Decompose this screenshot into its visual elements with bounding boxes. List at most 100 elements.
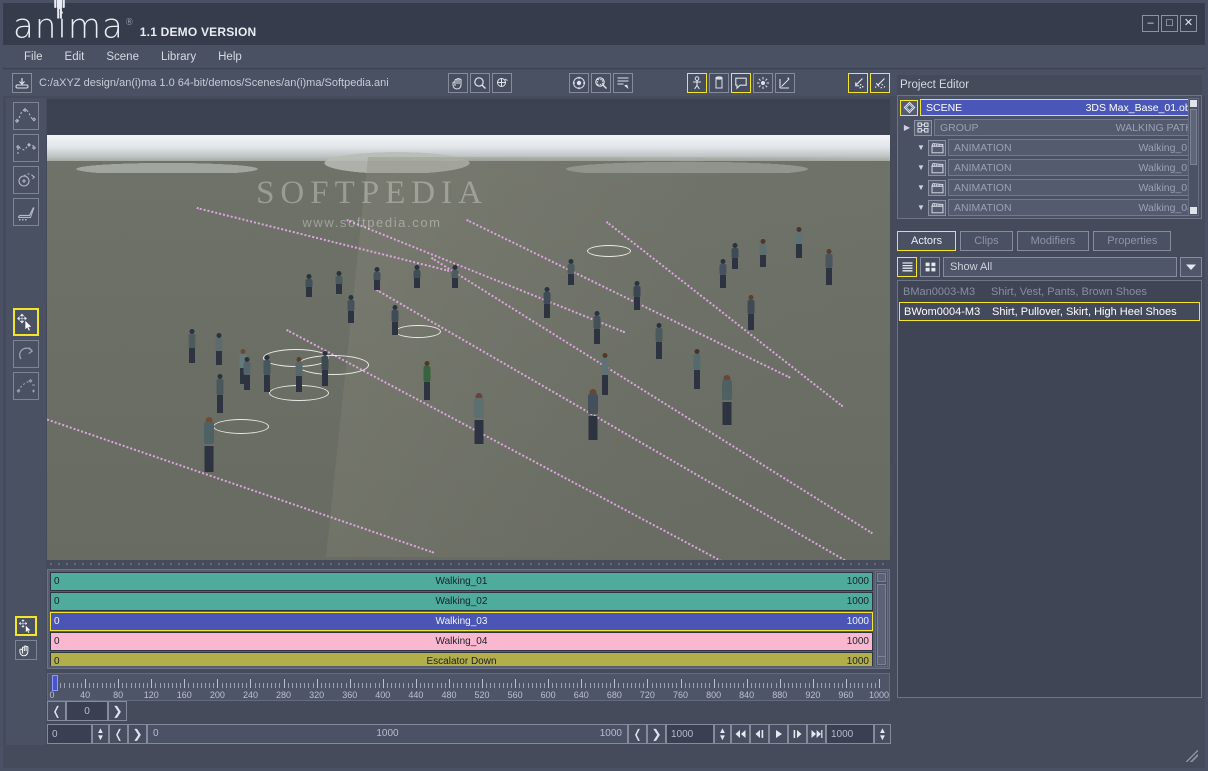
menu-item-help[interactable]: Help xyxy=(207,48,253,66)
range-next-button[interactable]: ❯ xyxy=(647,724,666,744)
tree-twisty-expanded[interactable]: ▼ xyxy=(914,203,928,212)
playhead[interactable] xyxy=(52,675,58,691)
show-actors-icon[interactable] xyxy=(687,73,707,93)
tree-item-animation[interactable]: ANIMATION Walking_02 xyxy=(948,159,1199,176)
skip-to-start-icon[interactable] xyxy=(731,724,750,744)
list-view-icon[interactable] xyxy=(897,257,917,277)
tree-row-animation[interactable]: ▼ ANIMATION Walking_04 xyxy=(900,198,1199,217)
rotate-icon[interactable] xyxy=(13,340,39,368)
actor-filter-select[interactable]: Show All xyxy=(943,257,1177,277)
actors-list[interactable]: BMan0003-M3 Shirt, Vest, Pants, Brown Sh… xyxy=(897,280,1202,698)
zoom-selected-icon[interactable] xyxy=(613,73,633,93)
list-item[interactable]: BMan0003-M3 Shirt, Vest, Pants, Brown Sh… xyxy=(899,282,1200,301)
tree-row-animation[interactable]: ▼ ANIMATION Walking_02 xyxy=(900,158,1199,177)
polyline-path-icon[interactable] xyxy=(13,134,39,162)
orbit-icon[interactable] xyxy=(492,73,512,93)
range-spinner[interactable]: ▲ ▼ xyxy=(714,724,731,744)
maximize-button[interactable]: □ xyxy=(1161,15,1178,32)
pan-tracks-hand-icon[interactable] xyxy=(15,640,37,660)
tree-row-animation[interactable]: ▼ ANIMATION Walking_01 xyxy=(900,138,1199,157)
zoom-extents-icon[interactable] xyxy=(569,73,589,93)
menu-item-library[interactable]: Library xyxy=(150,48,207,66)
transport-left-prev-button[interactable]: ❬ xyxy=(109,724,128,744)
tracks-scroll-thumb[interactable] xyxy=(877,584,886,660)
tree-item-animation[interactable]: ANIMATION Walking_03 xyxy=(948,179,1199,196)
step-back-icon[interactable] xyxy=(750,724,769,744)
tree-row-scene[interactable]: SCENE 3DS Max_Base_01.obj xyxy=(900,98,1199,117)
transport-end-field[interactable]: 1000 xyxy=(826,724,874,744)
transport-left-field[interactable]: 0 xyxy=(47,724,92,744)
tree-twisty-collapsed[interactable]: ▶ xyxy=(900,123,914,132)
tree-item-scene[interactable]: SCENE 3DS Max_Base_01.obj xyxy=(920,99,1199,116)
table-row[interactable]: 0 Walking_04 1000 xyxy=(50,632,873,651)
tree-row-group[interactable]: ▶ GROUP WALKING PATH xyxy=(900,118,1199,137)
current-frame-field[interactable]: 0 xyxy=(66,701,108,721)
ruler-tick-minor xyxy=(72,683,74,688)
table-row[interactable]: 0 Walking_02 1000 xyxy=(50,592,873,611)
ruler-tick-minor xyxy=(841,683,843,688)
minimize-button[interactable]: – xyxy=(1142,15,1159,32)
select-all-icon[interactable] xyxy=(848,73,868,93)
transport-left-next-button[interactable]: ❯ xyxy=(128,724,147,744)
menu-item-file[interactable]: File xyxy=(13,48,54,66)
range-slider[interactable]: 0 1000 1000 xyxy=(147,724,628,744)
viewport-resize-handle[interactable] xyxy=(47,561,890,567)
transport-end-spinner[interactable]: ▲ ▼ xyxy=(874,724,891,744)
table-row[interactable]: 0 Walking_03 1000 xyxy=(50,612,873,631)
timeline-track-list[interactable]: 0 Walking_01 1000 0 Walking_02 1000 0 Wa… xyxy=(50,572,873,666)
tracks-scrollbar[interactable] xyxy=(875,571,888,667)
project-editor-tree[interactable]: SCENE 3DS Max_Base_01.obj ▶ GROUP WALKIN… xyxy=(897,95,1202,219)
tree-twisty-expanded[interactable]: ▼ xyxy=(914,183,928,192)
tab-properties[interactable]: Properties xyxy=(1093,231,1172,251)
grid-view-icon[interactable] xyxy=(920,257,940,277)
tree-twisty-expanded[interactable]: ▼ xyxy=(914,163,928,172)
tree-item-animation[interactable]: ANIMATION Walking_04 xyxy=(948,199,1199,216)
timeline-ruler[interactable]: 0 40 80 120 160 200 240 280 320 360 400 440 480 520 56… xyxy=(47,673,890,701)
escalator-path-icon[interactable] xyxy=(13,198,39,226)
tree-row-animation[interactable]: ▼ ANIMATION Walking_03 xyxy=(900,178,1199,197)
frame-next-button[interactable]: ❯ xyxy=(108,701,127,721)
show-particles-icon[interactable] xyxy=(753,73,773,93)
play-icon[interactable] xyxy=(769,724,788,744)
deselect-all-icon[interactable] xyxy=(870,73,890,93)
tree-scroll-up-button[interactable] xyxy=(1190,100,1197,107)
step-forward-icon[interactable] xyxy=(788,724,807,744)
tab-modifiers[interactable]: Modifiers xyxy=(1016,231,1090,251)
zoom-region-icon[interactable] xyxy=(591,73,611,93)
tree-item-animation[interactable]: ANIMATION Walking_01 xyxy=(948,139,1199,156)
edit-curve-icon[interactable] xyxy=(13,372,39,400)
table-row[interactable]: 0 Escalator Down 1000 xyxy=(50,652,873,666)
tracks-scroll-up-button[interactable] xyxy=(877,573,886,582)
range-prev-button[interactable]: ❬ xyxy=(628,724,647,744)
tracks-scroll-down-button[interactable] xyxy=(877,656,886,665)
resize-grip[interactable] xyxy=(1186,750,1198,762)
menu-item-edit[interactable]: Edit xyxy=(54,48,96,66)
tree-item-group[interactable]: GROUP WALKING PATH xyxy=(934,119,1199,136)
tree-twisty-expanded[interactable]: ▼ xyxy=(914,143,928,152)
tree-scroll-thumb[interactable] xyxy=(1190,109,1197,165)
show-geometry-icon[interactable] xyxy=(709,73,729,93)
range-value-field[interactable]: 1000 xyxy=(666,724,714,744)
transport-left-spinner[interactable]: ▲ ▼ xyxy=(92,724,109,744)
close-button[interactable]: ✕ xyxy=(1180,15,1197,32)
tree-scrollbar[interactable] xyxy=(1188,98,1199,216)
pan-hand-icon[interactable] xyxy=(448,73,468,93)
frame-prev-button[interactable]: ❬ xyxy=(47,701,66,721)
circle-path-icon[interactable] xyxy=(13,166,39,194)
tree-scroll-down-button[interactable] xyxy=(1190,207,1197,214)
move-select-icon[interactable] xyxy=(13,308,39,336)
chevron-down-icon[interactable] xyxy=(1180,257,1202,277)
3d-viewport[interactable]: SOFTPEDIA www.softpedia.com xyxy=(47,99,890,560)
list-item[interactable]: BWom0004-M3 Shirt, Pullover, Skirt, High… xyxy=(899,302,1200,321)
move-tracks-icon[interactable] xyxy=(15,616,37,636)
show-axis-icon[interactable] xyxy=(775,73,795,93)
menu-item-scene[interactable]: Scene xyxy=(95,48,150,66)
open-file-icon[interactable] xyxy=(12,73,32,93)
skip-to-end-icon[interactable] xyxy=(807,724,826,744)
tab-actors[interactable]: Actors xyxy=(897,231,957,251)
table-row[interactable]: 0 Walking_01 1000 xyxy=(50,572,873,591)
show-labels-icon[interactable] xyxy=(731,73,751,93)
spline-path-icon[interactable] xyxy=(13,102,39,130)
tab-clips[interactable]: Clips xyxy=(960,231,1013,251)
zoom-magnifier-icon[interactable] xyxy=(470,73,490,93)
